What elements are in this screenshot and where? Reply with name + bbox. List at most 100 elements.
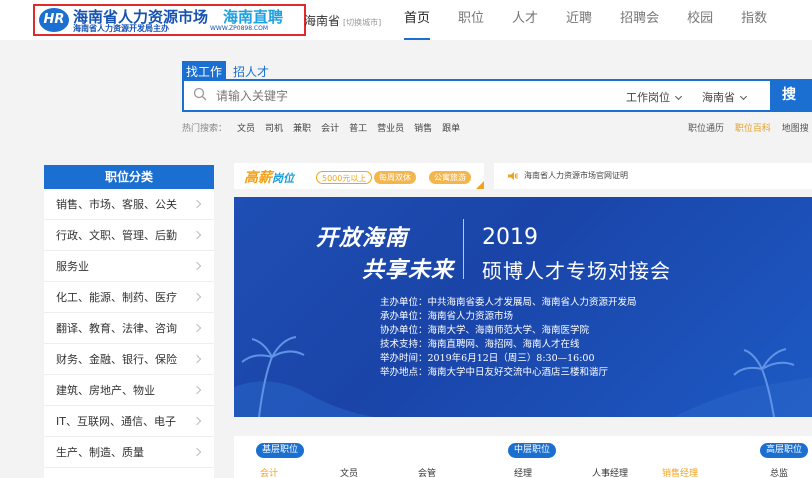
search-side-links: 职位通历 职位百科 地图搜 (688, 121, 812, 134)
promo-logo-b: 岗位 (272, 172, 294, 185)
search-bar: 工作岗位 海南省 搜 (182, 79, 812, 112)
category-label: 生产、制造、质量 (56, 446, 144, 459)
site-logo[interactable]: HR 海南省人力资源市场 海南直聘 海南省人力资源开发局主办 WWW.ZP089… (33, 4, 306, 36)
nav-index[interactable]: 指数 (741, 0, 767, 40)
palm-tree-decoration-icon (234, 336, 374, 417)
chevron-right-icon (192, 385, 202, 395)
hot-search-item[interactable]: 司机 (265, 121, 283, 134)
logo-subtitle: 海南省人力资源开发局主办 (73, 24, 169, 33)
hot-search-item[interactable]: 营业员 (377, 121, 404, 134)
region-value: 海南省 (702, 91, 735, 104)
chevron-right-icon (192, 230, 202, 240)
category-label: 销售、市场、客服、公关 (56, 198, 177, 211)
nav-home[interactable]: 首页 (404, 0, 431, 40)
level-job-link[interactable]: 销售经理 (662, 466, 698, 478)
level-title-senior[interactable]: 高层职位 (760, 443, 809, 458)
nav-job-fair[interactable]: 招聘会 (620, 0, 659, 40)
corner-marker-icon (476, 181, 484, 189)
category-label: IT、互联网、通信、电子 (56, 415, 176, 428)
level-title-middle[interactable]: 中层职位 (508, 443, 557, 458)
search-icon (193, 87, 207, 101)
banner-title: 硕博人才专场对接会 (482, 259, 671, 283)
sidebar-title: 职位分类 (44, 165, 214, 189)
banner-info-line: 承办单位：海南省人力资源市场 (380, 311, 514, 322)
nav-talent[interactable]: 人才 (512, 0, 538, 40)
job-category-sidebar: 职位分类 销售、市场、客服、公关 行政、文职、管理、后勤 服务业 化工、能源、制… (44, 165, 214, 478)
link-job-encyclopedia[interactable]: 职位百科 (735, 124, 771, 134)
banner-info-line: 举办时间：2019年6月12日（周三）8:30—16:00 (380, 353, 595, 364)
job-level-section: 基层职位 会计 文员 会管 中层职位 经理 人事经理 销售经理 高层职位 总监 (234, 436, 812, 478)
job-type-value: 工作岗位 (626, 91, 670, 104)
chevron-down-icon (739, 92, 748, 101)
high-salary-logo: 高薪岗位 (244, 167, 294, 187)
current-city: 海南省 (304, 14, 341, 28)
category-label: 化工、能源、制药、医疗 (56, 291, 177, 304)
banner-info-line: 主办单位：中共海南省委人才发展局、海南省人力资源开发局 (380, 297, 637, 308)
hot-search-item[interactable]: 跟单 (442, 121, 460, 134)
hot-search-item[interactable]: 兼职 (293, 121, 311, 134)
banner-info: 主办单位：中共海南省委人才发展局、海南省人力资源开发局 承办单位：海南省人力资源… (380, 296, 637, 380)
banner-slogan-line2: 共享未来 (362, 257, 455, 283)
chevron-right-icon (192, 292, 202, 302)
promo-tag: 每周双休 (374, 171, 416, 184)
promo-logo-a: 高薪 (244, 170, 272, 186)
job-fair-banner[interactable]: 开放海南 共享未来 2019 硕博人才专场对接会 主办单位：中共海南省委人才发展… (234, 197, 812, 417)
search-button[interactable]: 搜 (770, 79, 812, 112)
chevron-right-icon (192, 416, 202, 426)
category-item[interactable]: 财务、金融、银行、保险 (44, 344, 214, 375)
link-job-calendar[interactable]: 职位通历 (688, 124, 724, 134)
page: HR 海南省人力资源市场 海南直聘 海南省人力资源开发局主办 WWW.ZP089… (0, 0, 812, 478)
city-selector[interactable]: 海南省 [切换城市] (304, 12, 381, 29)
region-select[interactable]: 海南省 (702, 89, 748, 105)
category-item[interactable]: 行政、文职、管理、后勤 (44, 220, 214, 251)
promo-tag: 公寓旅游 (429, 171, 471, 184)
main-nav: 首页 职位 人才 近聘 招聘会 校园 指数 (404, 0, 795, 40)
palm-tree-decoration-icon (674, 348, 812, 417)
chevron-right-icon (192, 354, 202, 364)
site-header: HR 海南省人力资源市场 海南直聘 海南省人力资源开发局主办 WWW.ZP089… (0, 0, 812, 40)
switch-city-link[interactable]: [切换城市] (343, 18, 381, 27)
level-job-link[interactable]: 总监 (770, 466, 788, 478)
notice-text: 海南省人力资源市场官网证明 (524, 171, 628, 180)
hot-search-item[interactable]: 文员 (237, 121, 255, 134)
level-job-link[interactable]: 会管 (418, 466, 436, 478)
search-input[interactable] (216, 86, 596, 106)
level-job-link[interactable]: 文员 (340, 466, 358, 478)
level-title-basic[interactable]: 基层职位 (256, 443, 305, 458)
level-job-link[interactable]: 人事经理 (592, 466, 628, 478)
category-item[interactable]: 化工、能源、制药、医疗 (44, 282, 214, 313)
category-item[interactable]: 建筑、房地产、物业 (44, 375, 214, 406)
job-type-select[interactable]: 工作岗位 (626, 89, 683, 105)
level-job-link[interactable]: 会计 (260, 466, 278, 478)
category-item[interactable]: 生产、制造、质量 (44, 437, 214, 468)
banner-info-line: 技术支持：海南直聘网、海招网、海南人才在线 (380, 339, 580, 350)
hot-search-item[interactable]: 会计 (321, 121, 339, 134)
category-item[interactable]: IT、互联网、通信、电子 (44, 406, 214, 437)
hot-search-item[interactable]: 销售 (414, 121, 432, 134)
nav-jobs[interactable]: 职位 (458, 0, 484, 40)
category-item[interactable]: 翻译、教育、法律、咨询 (44, 313, 214, 344)
banner-divider (463, 219, 464, 279)
category-label: 财务、金融、银行、保险 (56, 353, 177, 366)
nav-campus[interactable]: 校园 (687, 0, 713, 40)
banner-year: 2019 (482, 225, 538, 250)
link-map-search[interactable]: 地图搜 (782, 124, 809, 134)
hot-search-item[interactable]: 普工 (349, 121, 367, 134)
category-item[interactable]: 销售、市场、客服、公关 (44, 189, 214, 220)
chevron-right-icon (192, 447, 202, 457)
banner-slogan-line1: 开放海南 (316, 225, 409, 251)
notice-bar[interactable]: 海南省人力资源市场官网证明 (494, 163, 812, 189)
category-item[interactable]: 服务业 (44, 251, 214, 282)
logo-url: WWW.ZP0898.COM (210, 25, 269, 32)
nav-nearby[interactable]: 近聘 (566, 0, 592, 40)
level-job-link[interactable]: 经理 (514, 466, 532, 478)
banner-info-line: 协办单位：海南大学、海南师范大学、海南医学院 (380, 325, 590, 336)
chevron-right-icon (192, 199, 202, 209)
chevron-right-icon (192, 261, 202, 271)
chevron-right-icon (192, 323, 202, 333)
high-salary-promo[interactable]: 高薪岗位 5000元以上 每周双休 公寓旅游 (234, 163, 484, 189)
hot-searches: 热门搜索： 文员 司机 兼职 会计 普工 营业员 销售 跟单 (182, 121, 460, 134)
category-label: 建筑、房地产、物业 (56, 384, 155, 397)
category-label: 翻译、教育、法律、咨询 (56, 322, 177, 335)
logo-mark-icon: HR (39, 8, 69, 32)
